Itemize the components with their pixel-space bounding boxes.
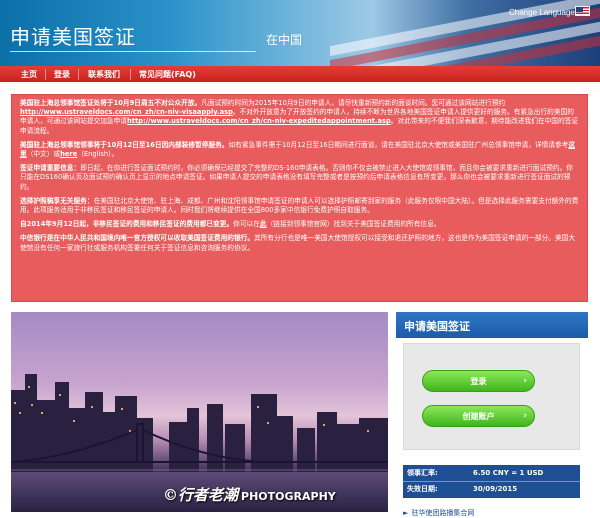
page-header: 申请美国签证 在中国 Change Language: — [0, 0, 600, 66]
notice-text: （链接到领事馆官网）找到关于美国签证费用的所有信息。 — [266, 220, 441, 229]
exchange-rate-label: 领事汇率: — [407, 469, 438, 477]
notice-heading: 美国驻上海总领事馆领事将于10月12日至16日因内部装修暂停服务。 — [20, 140, 229, 149]
create-account-button[interactable]: 创建账户 › — [422, 405, 535, 427]
create-account-button-label: 创建账户 — [462, 412, 495, 421]
fee-info-link[interactable]: 此 — [260, 220, 267, 228]
nav-divider — [78, 69, 79, 80]
notice-shanghai-closure: 美国驻上海总领事馆签证处将于10月9日周五不对公众开放。凡面试预约时间为2015… — [20, 99, 579, 136]
notice-heading: 中信银行是在中华人民共和国境内唯一官方授权可以收取美国签证费用的银行。 — [20, 234, 255, 243]
nav-divider — [130, 69, 131, 80]
details-link-english[interactable]: here — [60, 150, 77, 158]
chevron-right-icon: › — [523, 411, 527, 421]
expedited-appointment-link[interactable]: http://www.ustraveldocs.com/cn_zh/cn-niv… — [127, 117, 391, 125]
notice-heading: 自2014年9月12日起，非移民签证的费用和移民签证的费用都已变更。 — [20, 220, 234, 229]
exchange-rate-value: 6.50 CNY = 1 USD — [473, 469, 544, 477]
embassy-link-label: 驻华使团路播集合网 — [411, 509, 475, 517]
page: 申请美国签证 在中国 Change Language: 主页 登录 联系我们 常… — [0, 0, 600, 518]
nav-item-home[interactable]: 主页 — [21, 69, 37, 80]
notice-text: （中文）或 — [26, 150, 61, 159]
nav-item-faq[interactable]: 常见问题(FAQ) — [139, 69, 196, 80]
bullet-icon: ► — [403, 509, 409, 517]
country-label: 在中国 — [266, 33, 303, 47]
expiry-date-row: 失效日期: 30/09/2015 — [407, 482, 579, 497]
expiry-date-label: 失效日期: — [407, 485, 438, 493]
notice-box: 美国驻上海总领事馆签证处将于10月9日周五不对公众开放。凡面试预约时间为2015… — [11, 94, 588, 302]
notice-citic-bank: 中信银行是在中华人民共和国境内唯一官方授权可以收取美国签证费用的银行。其所有分行… — [20, 234, 579, 252]
notice-fee-change: 自2014年9月12日起，非移民签证的费用和移民签证的费用都已变更。你可以在此（… — [20, 220, 579, 229]
site-title: 申请美国签证 — [10, 25, 136, 49]
notice-heading: 签证申请重要信息： — [20, 164, 81, 173]
title-underline — [10, 51, 256, 52]
login-button-label: 登录 — [470, 377, 487, 386]
notice-renovation: 美国驻上海总领事馆领事将于10月12日至16日因内部装修暂停服务。如有紧急事件需… — [20, 141, 579, 159]
notice-heading: 选择护照稿享无关服务： — [20, 196, 94, 205]
nav-item-login[interactable]: 登录 — [54, 69, 70, 80]
notice-text: 在美国驻北京大使馆、驻上海、成都、广州和沈阳领事馆申请签证的申请人可以选择护照邮… — [20, 196, 579, 215]
apply-visa-header: 申请美国签证 — [396, 312, 588, 338]
exchange-rate-box: 领事汇率: 6.50 CNY = 1 USD 失效日期: 30/09/2015 — [403, 465, 580, 498]
action-panel — [403, 343, 580, 450]
skyline-photo: ©行者老潮 PHOTOGRAPHY — [11, 312, 388, 512]
notice-ds160: 签证申请重要信息：即日起，在你进行签证面试预约时，你必须确保已经提交了完整的DS… — [20, 164, 579, 192]
main-nav: 主页 登录 联系我们 常见问题(FAQ) — [0, 66, 600, 83]
chevron-right-icon: › — [523, 376, 527, 386]
nav-divider — [45, 69, 46, 80]
exchange-rate-row: 领事汇率: 6.50 CNY = 1 USD — [407, 466, 579, 481]
watermark-en: PHOTOGRAPHY — [241, 490, 336, 503]
notice-text: 凡面试预约时间为2015年10月9日的申请人，请尽快重新预约新的面谈时间。您可通… — [201, 99, 506, 107]
visa-apply-link[interactable]: http://www.ustraveldocs.com/cn_zh/cn-niv… — [20, 108, 233, 116]
login-button[interactable]: 登录 › — [422, 370, 535, 392]
city-skyline-graphic — [11, 374, 388, 472]
watermark-cn: ©行者老潮 — [163, 486, 239, 504]
notice-text: （English）。 — [77, 150, 119, 159]
notice-passport-delivery: 选择护照稿享无关服务：在美国驻北京大使馆、驻上海、成都、广州和沈阳领事馆申请签证… — [20, 197, 579, 215]
notice-heading: 美国驻上海总领事馆签证处将于10月9日周五不对公众开放。 — [20, 99, 202, 107]
photo-watermark: ©行者老潮 PHOTOGRAPHY — [163, 484, 336, 505]
us-flag-icon[interactable] — [575, 6, 590, 16]
notice-text: 即日起，在你进行签证面试预约时，你必须确保已经提交了完整的DS-160申请表格。… — [20, 164, 573, 191]
nav-item-contact[interactable]: 联系我们 — [88, 69, 120, 80]
expiry-date-value: 30/09/2015 — [473, 485, 518, 493]
notice-text: 你可以在 — [233, 220, 260, 229]
change-language-link[interactable]: Change Language: — [509, 8, 577, 17]
notice-text: 如有紧急事件需于10月12日至16日期间进行面谈，请在美国驻北京大使馆或美国驻广… — [228, 140, 569, 149]
embassy-mission-link[interactable]: ► 驻华使团路播集合网 — [403, 508, 474, 518]
